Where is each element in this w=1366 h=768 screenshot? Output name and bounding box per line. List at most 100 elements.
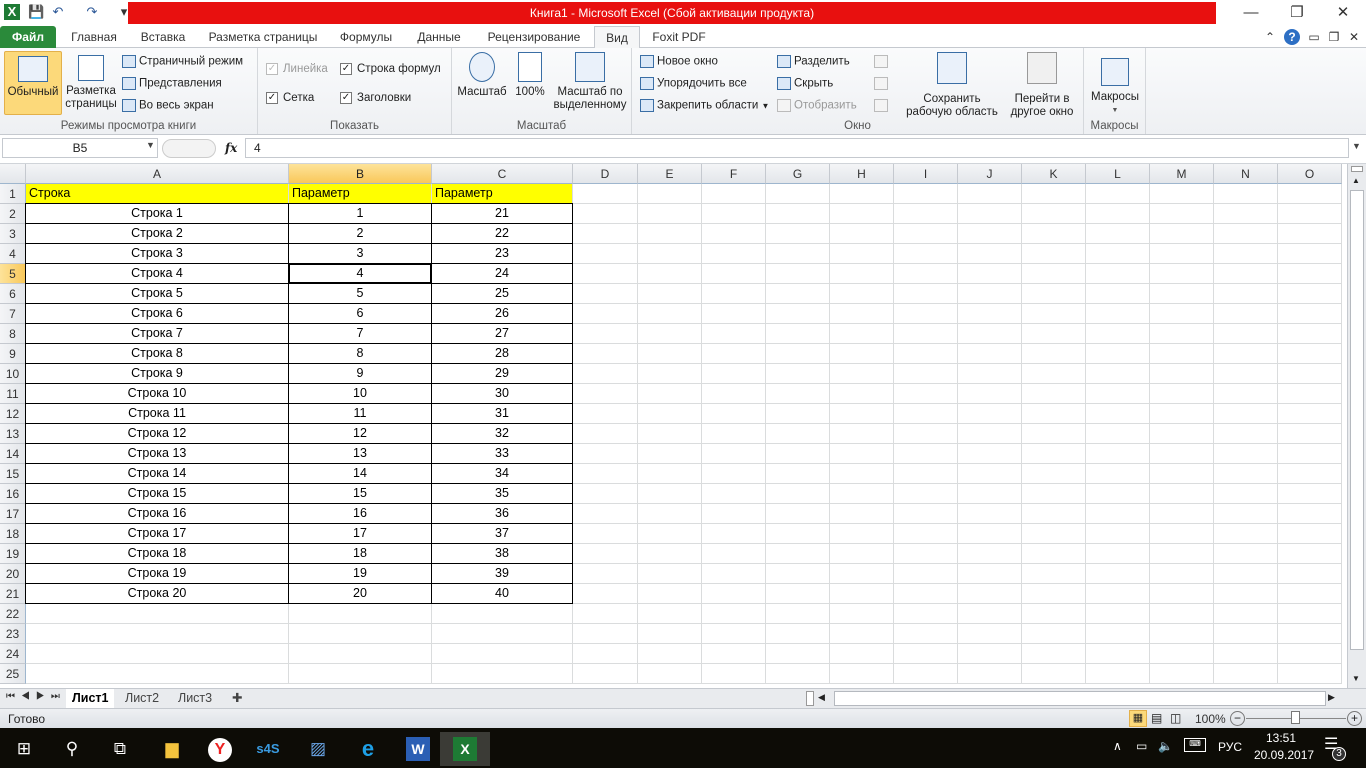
cell-c2[interactable]: 21 xyxy=(431,203,573,224)
row-header-16[interactable]: 16 xyxy=(0,484,26,504)
cell-h21[interactable] xyxy=(830,584,894,604)
cell-e22[interactable] xyxy=(638,604,702,624)
cell-f20[interactable] xyxy=(702,564,766,584)
new-window-button[interactable]: Новое окно xyxy=(640,55,718,68)
column-header-h[interactable]: H xyxy=(830,164,894,184)
cell-i2[interactable] xyxy=(894,204,958,224)
cell-b8[interactable]: 7 xyxy=(288,323,432,344)
tab-insert[interactable]: Вставка xyxy=(132,26,194,48)
cell-h17[interactable] xyxy=(830,504,894,524)
cell-a19[interactable]: Строка 18 xyxy=(25,543,289,564)
cell-h2[interactable] xyxy=(830,204,894,224)
spreadsheet-grid[interactable]: A B C D E F G H I J K L M N O 1 Строка Параметр Параметр 2 С… xyxy=(0,164,1347,688)
cell-b18[interactable]: 17 xyxy=(288,523,432,544)
column-header-j[interactable]: J xyxy=(958,164,1022,184)
workbook-restore-icon[interactable]: ❐ xyxy=(1326,26,1342,48)
cell-h25[interactable] xyxy=(830,664,894,684)
insert-sheet-icon[interactable]: ✚ xyxy=(226,689,248,708)
cell-m12[interactable] xyxy=(1150,404,1214,424)
cell-i14[interactable] xyxy=(894,444,958,464)
cell-l14[interactable] xyxy=(1086,444,1150,464)
cell-b14[interactable]: 13 xyxy=(288,443,432,464)
zoom-button[interactable]: Масштаб xyxy=(456,52,508,99)
cell-f13[interactable] xyxy=(702,424,766,444)
cell-k6[interactable] xyxy=(1022,284,1086,304)
cell-g25[interactable] xyxy=(766,664,830,684)
cell-b21[interactable]: 20 xyxy=(288,583,432,604)
cell-g8[interactable] xyxy=(766,324,830,344)
cell-n18[interactable] xyxy=(1214,524,1278,544)
row-header-21[interactable]: 21 xyxy=(0,584,26,604)
cell-c7[interactable]: 26 xyxy=(431,303,573,324)
row-header-1[interactable]: 1 xyxy=(0,184,26,204)
cell-b17[interactable]: 16 xyxy=(288,503,432,524)
cell-l18[interactable] xyxy=(1086,524,1150,544)
row-header-5[interactable]: 5 xyxy=(0,264,26,284)
cell-i16[interactable] xyxy=(894,484,958,504)
collapse-ribbon-icon[interactable]: ⌃ xyxy=(1262,26,1278,48)
cell-j22[interactable] xyxy=(958,604,1022,624)
cell-l8[interactable] xyxy=(1086,324,1150,344)
cell-g17[interactable] xyxy=(766,504,830,524)
cell-j4[interactable] xyxy=(958,244,1022,264)
cell-b10[interactable]: 9 xyxy=(288,363,432,384)
cell-l19[interactable] xyxy=(1086,544,1150,564)
cell-b1[interactable]: Параметр xyxy=(289,184,432,204)
internet-explorer-icon[interactable]: e xyxy=(344,732,392,766)
cell-o22[interactable] xyxy=(1278,604,1342,624)
row-header-3[interactable]: 3 xyxy=(0,224,26,244)
cell-g19[interactable] xyxy=(766,544,830,564)
cell-b7[interactable]: 6 xyxy=(288,303,432,324)
switch-windows-button[interactable]: Перейти в другое окно xyxy=(1002,52,1082,119)
cell-a6[interactable]: Строка 5 xyxy=(25,283,289,304)
cell-c25[interactable] xyxy=(432,664,573,684)
cell-f25[interactable] xyxy=(702,664,766,684)
workbook-close-icon[interactable]: ✕ xyxy=(1346,26,1362,48)
cell-d2[interactable] xyxy=(573,204,638,224)
cell-a24[interactable] xyxy=(26,644,289,664)
column-header-n[interactable]: N xyxy=(1214,164,1278,184)
row-header-19[interactable]: 19 xyxy=(0,544,26,564)
row-header-18[interactable]: 18 xyxy=(0,524,26,544)
cell-k9[interactable] xyxy=(1022,344,1086,364)
cell-j14[interactable] xyxy=(958,444,1022,464)
macros-button[interactable]: Макросы ▼ xyxy=(1088,58,1142,117)
cell-f22[interactable] xyxy=(702,604,766,624)
cell-j8[interactable] xyxy=(958,324,1022,344)
cell-k24[interactable] xyxy=(1022,644,1086,664)
cell-j3[interactable] xyxy=(958,224,1022,244)
cell-k7[interactable] xyxy=(1022,304,1086,324)
cell-i4[interactable] xyxy=(894,244,958,264)
save-icon[interactable]: 💾 xyxy=(28,4,44,20)
cell-i1[interactable] xyxy=(894,184,958,204)
cell-m7[interactable] xyxy=(1150,304,1214,324)
cell-d20[interactable] xyxy=(573,564,638,584)
cell-m1[interactable] xyxy=(1150,184,1214,204)
cell-k16[interactable] xyxy=(1022,484,1086,504)
volume-icon[interactable]: 🔈 xyxy=(1158,739,1173,753)
cell-d6[interactable] xyxy=(573,284,638,304)
zoom-in-icon[interactable]: + xyxy=(1347,711,1362,726)
cell-c23[interactable] xyxy=(432,624,573,644)
cell-n1[interactable] xyxy=(1214,184,1278,204)
cell-m20[interactable] xyxy=(1150,564,1214,584)
undo-icon[interactable]: ↶ xyxy=(50,4,66,20)
column-header-f[interactable]: F xyxy=(702,164,766,184)
cell-f5[interactable] xyxy=(702,264,766,284)
column-header-k[interactable]: K xyxy=(1022,164,1086,184)
cell-n8[interactable] xyxy=(1214,324,1278,344)
cell-d22[interactable] xyxy=(573,604,638,624)
cell-d21[interactable] xyxy=(573,584,638,604)
scroll-down-icon[interactable]: ▼ xyxy=(1352,674,1360,683)
cell-e8[interactable] xyxy=(638,324,702,344)
cell-o20[interactable] xyxy=(1278,564,1342,584)
cell-e23[interactable] xyxy=(638,624,702,644)
cell-d3[interactable] xyxy=(573,224,638,244)
cell-b13[interactable]: 12 xyxy=(288,423,432,444)
column-header-e[interactable]: E xyxy=(638,164,702,184)
clock-time[interactable]: 13:51 xyxy=(1266,731,1296,745)
normal-view-status-icon[interactable]: ▦ xyxy=(1129,710,1147,727)
cell-k20[interactable] xyxy=(1022,564,1086,584)
cell-o23[interactable] xyxy=(1278,624,1342,644)
cell-f16[interactable] xyxy=(702,484,766,504)
